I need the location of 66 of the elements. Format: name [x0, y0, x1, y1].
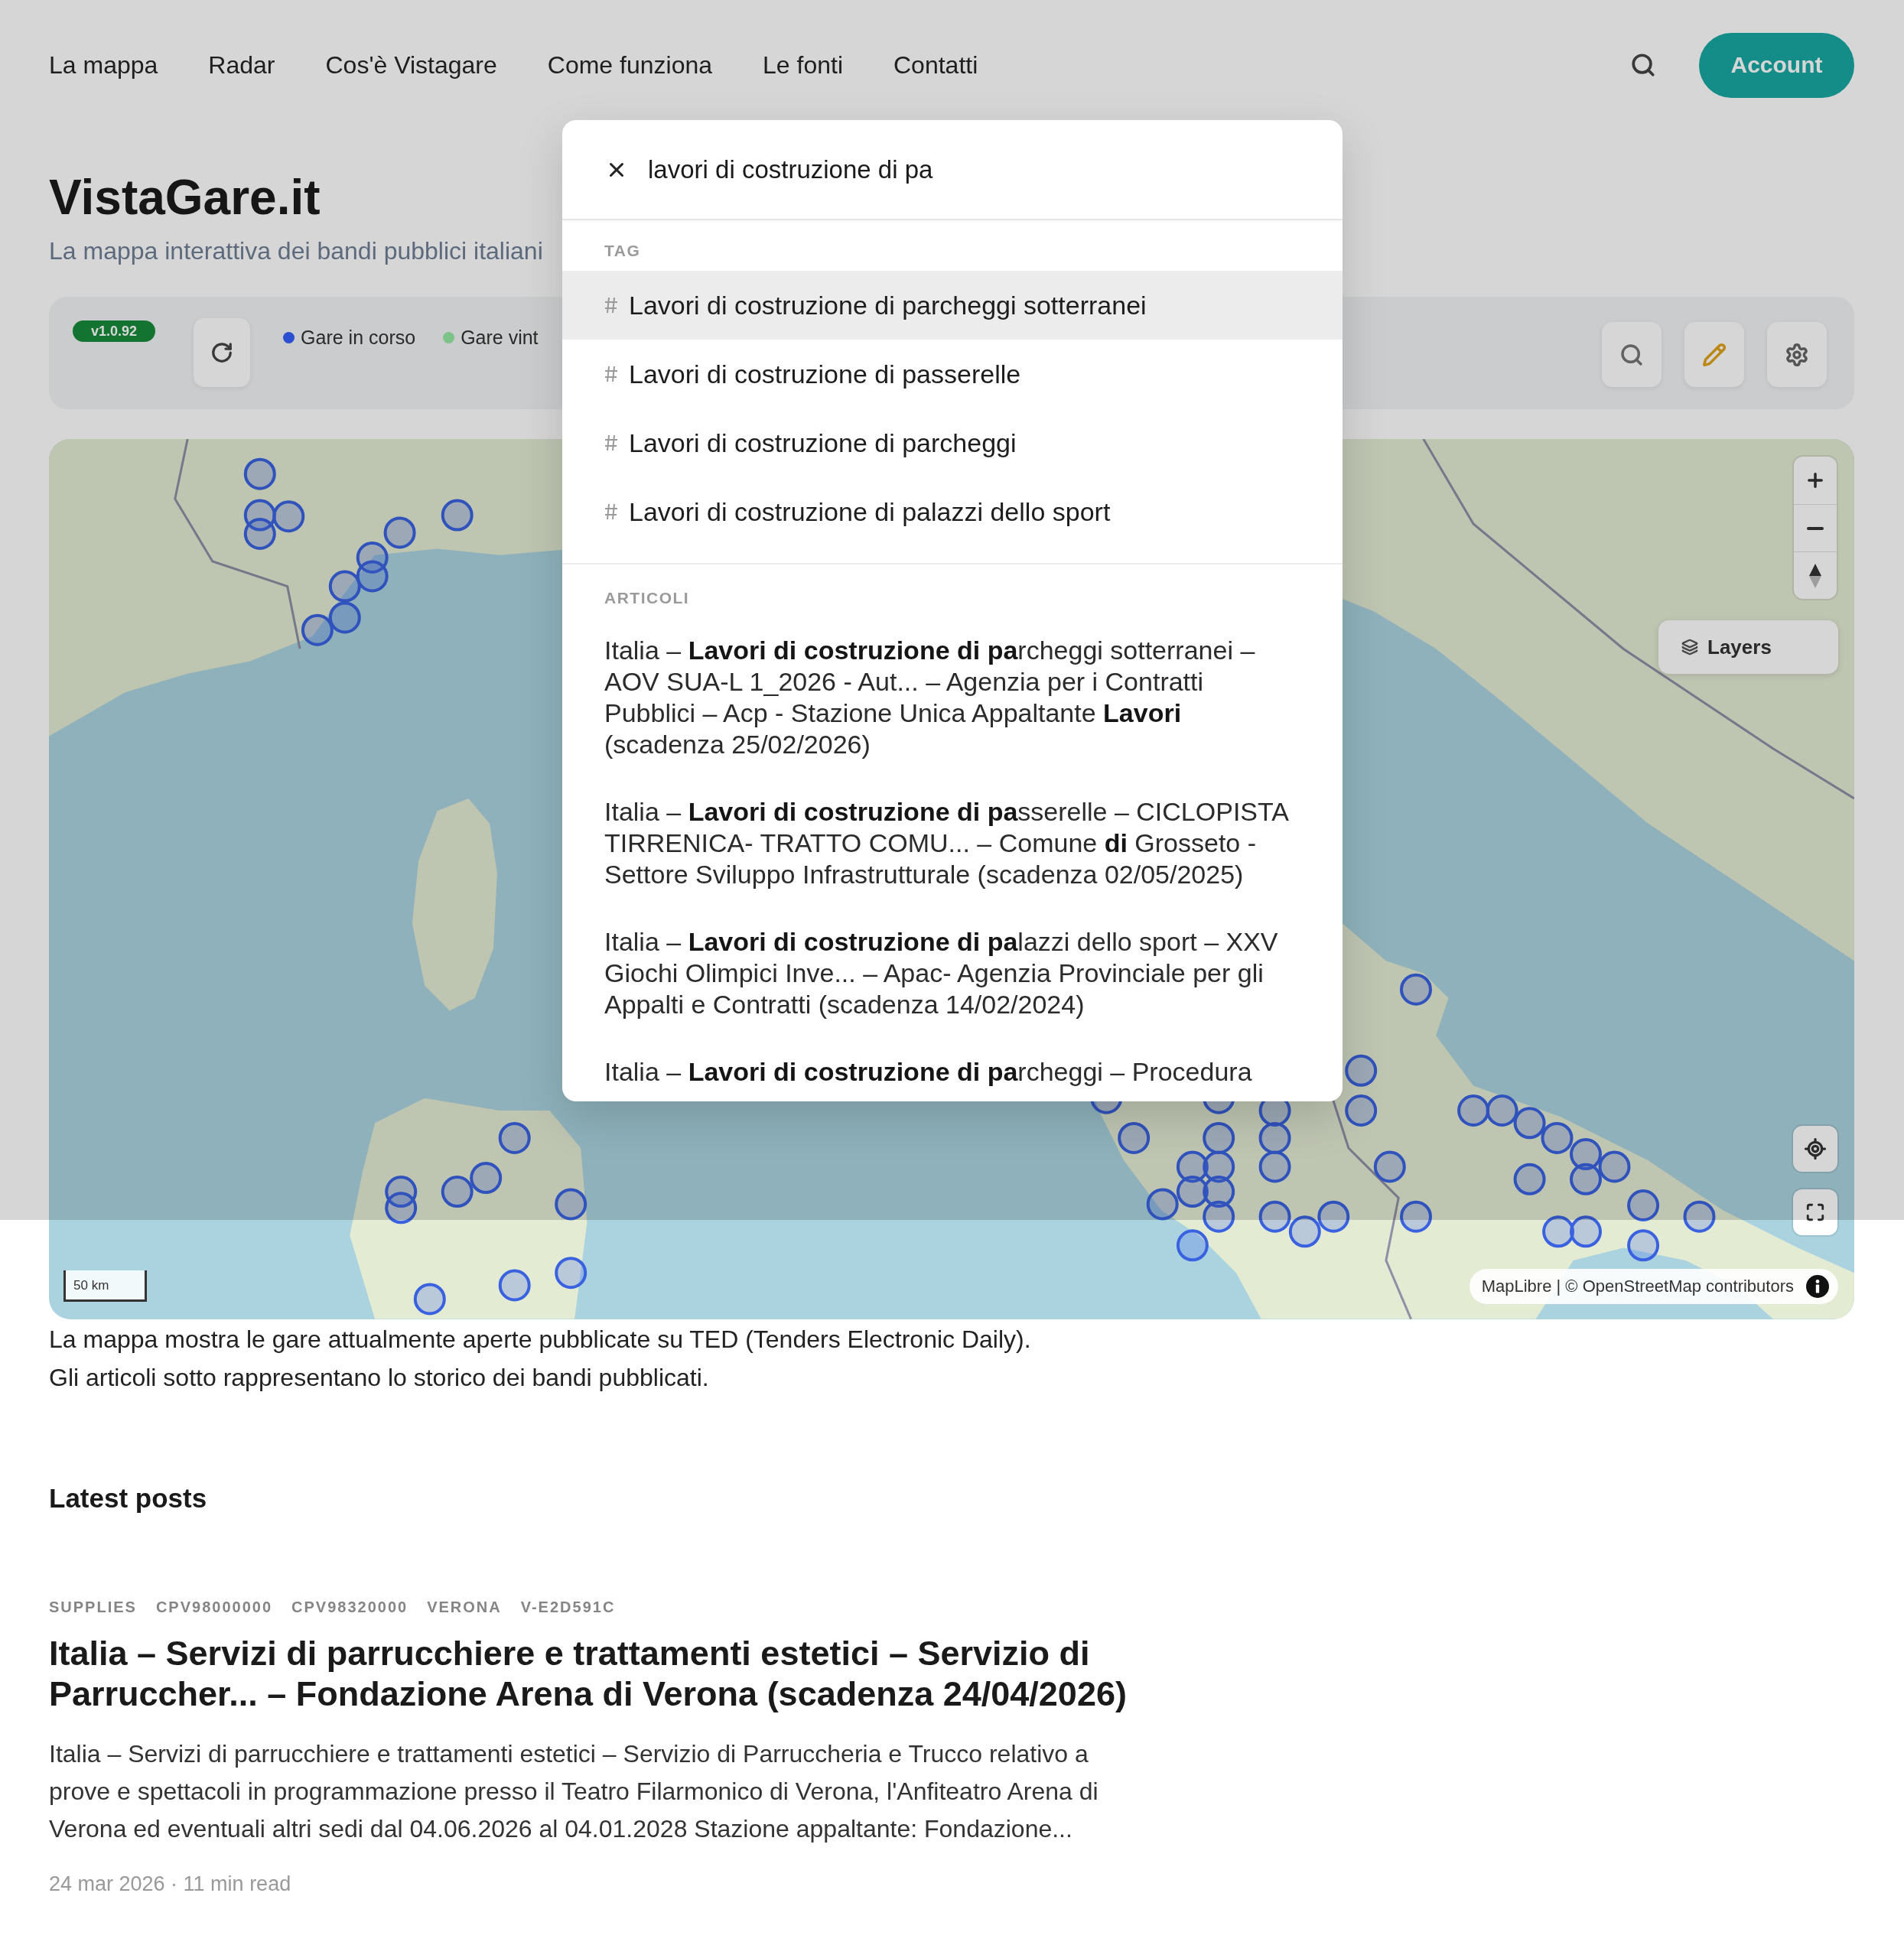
nav-link[interactable]: Le fonti: [763, 50, 843, 80]
fullscreen-icon: [1805, 1202, 1825, 1222]
article-result[interactable]: Italia – Lavori di costruzione di parcheggi sotterranei – AOV SUA-L 1_2026 - Aut... – Agenzia per i Contratti Pubblici – Acp - Stazione Unica Appaltante Lavori (scadenza 25/02/2026): [604, 635, 1300, 760]
post-meta: 24 mar 2026 · 11 min read: [49, 1872, 291, 1897]
tool-button[interactable]: [1767, 322, 1827, 387]
refresh-button[interactable]: [194, 318, 251, 387]
locate-icon: [1804, 1137, 1827, 1160]
site-title: VistaGare.it: [49, 171, 321, 224]
section-label: ARTICOLI: [604, 588, 691, 608]
tag-result[interactable]: Lavori di costruzione di parcheggi: [562, 408, 1343, 477]
site-subtitle: La mappa interattiva dei bandi pubblici italiani: [49, 236, 543, 265]
section-heading: Latest posts: [49, 1482, 207, 1514]
nav-link[interactable]: Come funziona: [547, 50, 713, 80]
map-marker[interactable]: [555, 1257, 587, 1290]
nav-link[interactable]: La mappa: [49, 50, 158, 80]
search-icon[interactable]: [1630, 52, 1656, 78]
hash-icon: [604, 434, 618, 451]
search-input[interactable]: lavori di costruzione di pa: [648, 154, 1312, 184]
compass-icon: [1809, 563, 1821, 588]
post-title[interactable]: Italia – Servizi di parrucchiere e trattamenti estetici – Servizio di Parruccher... – Fondazione Arena di Verona (scadenza 24/04/2026): [49, 1633, 1181, 1714]
hash-icon: [604, 366, 618, 382]
attribution-text: MapLibre | © OpenStreetMap contributors: [1481, 1277, 1794, 1296]
post-tag[interactable]: V-E2D591C: [520, 1597, 616, 1617]
tag-label: Lavori di costruzione di parcheggi: [629, 428, 1017, 458]
tag-label: Lavori di costruzione di passerelle: [629, 359, 1021, 389]
nav-link[interactable]: Contatti: [893, 50, 978, 80]
legend-label: Gare vint: [461, 326, 539, 349]
map-marker[interactable]: [413, 1283, 446, 1316]
article-result[interactable]: Italia – Lavori di costruzione di palazzi dello sport – XXV Giochi Olimpici Inve... – Apac- Agenzia Provinciale per gli Appalti e Contratti (scadenza 14/02/2024): [604, 926, 1300, 1020]
legend-label: Gare in corso: [301, 326, 416, 349]
tool-button[interactable]: [1684, 322, 1744, 387]
info-icon[interactable]: [1806, 1275, 1829, 1298]
article-result[interactable]: Italia – Lavori di costruzione di passerelle – CICLOPISTA TIRRENICA- TRATTO COMU... – Comune di Grosseto - Settore Sviluppo Infrastrutturale (scadenza 02/05/2025): [604, 796, 1300, 890]
refresh-icon: [210, 341, 234, 364]
layers-icon: [1681, 639, 1698, 655]
map-note-text: Gli articoli sotto rappresentano lo storico dei bandi pubblicati.: [49, 1363, 709, 1393]
post-tag[interactable]: CPV98000000: [155, 1597, 273, 1617]
minus-icon: [1807, 526, 1824, 530]
article-result[interactable]: Italia – Lavori di costruzione di parcheggi – Procedura: [604, 1056, 1300, 1088]
tag-label: Lavori di costruzione di palazzi dello sport: [629, 496, 1111, 527]
magnifier-icon: [1619, 342, 1644, 367]
settings-icon: [1785, 342, 1809, 367]
tag-result[interactable]: Lavori di costruzione di passerelle: [562, 340, 1343, 408]
version-badge: v1.0.92: [73, 320, 156, 342]
map-marker[interactable]: [498, 1269, 531, 1302]
nav-link[interactable]: Cos'è Vistagare: [325, 50, 497, 80]
post-tag[interactable]: SUPPLIES: [49, 1597, 137, 1617]
nav-link[interactable]: Radar: [208, 50, 275, 80]
tag-result[interactable]: Lavori di costruzione di parcheggi sotterranei: [562, 271, 1343, 340]
hash-icon: [604, 503, 618, 520]
tool-button[interactable]: [1602, 322, 1662, 387]
map-marker[interactable]: [1627, 1229, 1660, 1262]
locate-button[interactable]: [1793, 1126, 1837, 1172]
fullscreen-button[interactable]: [1793, 1189, 1837, 1235]
hash-icon: [604, 297, 618, 314]
post-tag[interactable]: CPV98320000: [291, 1597, 408, 1617]
map-marker[interactable]: [1176, 1229, 1209, 1262]
pencil-icon: [1702, 342, 1727, 367]
tag-label: Lavori di costruzione di parcheggi sotterranei: [629, 290, 1147, 320]
post-tag[interactable]: VERONA: [427, 1597, 502, 1617]
tag-result[interactable]: Lavori di costruzione di palazzi dello sport: [562, 477, 1343, 546]
section-label: TAG: [604, 241, 642, 261]
layers-button[interactable]: Layers: [1658, 620, 1838, 674]
scale-bar: 50 km: [63, 1270, 147, 1302]
map-note-text: La mappa mostra le gare attualmente aperte pubblicate su TED (Tenders Electronic Daily).: [49, 1325, 1031, 1355]
post-excerpt: Italia – Servizi di parrucchiere e trattamenti estetici – Servizio di Parruccheria e Trucco relativo a prove e spettacoli in programmazione presso il Teatro Filarmonico di Verona, l'Anfiteatro Arena di Verona ed eventuali altri sedi dal 04.06.2026 al 04.01.2028 Stazione appaltante: Fondazione...: [49, 1739, 1099, 1844]
